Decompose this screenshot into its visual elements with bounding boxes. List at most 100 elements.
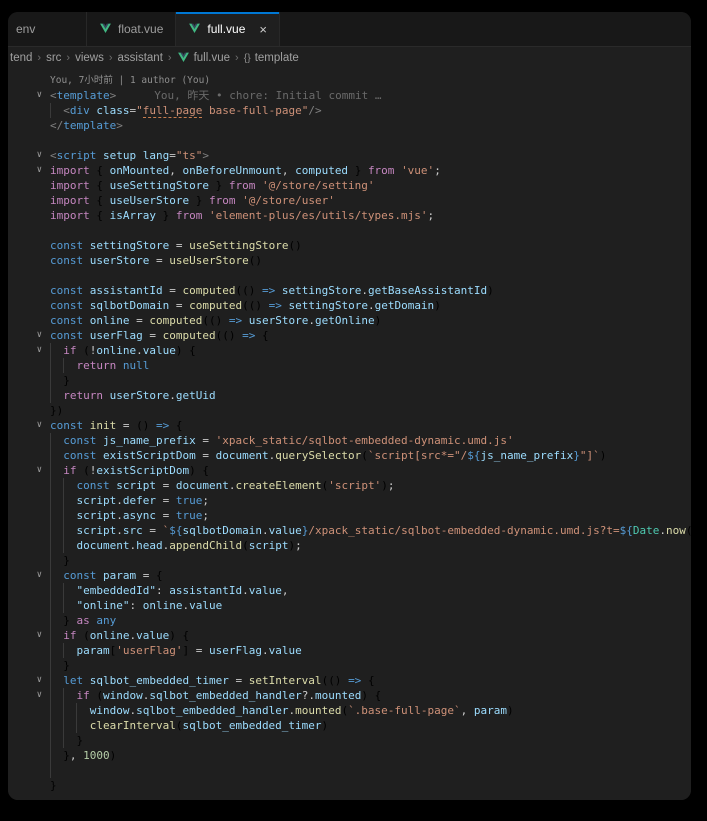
code-line[interactable]: const script = document.createElement('s… <box>8 478 691 493</box>
code-line[interactable]: const assistantId = computed(() => setti… <box>8 283 691 298</box>
code-line[interactable]: ∨import { onMounted, onBeforeUnmount, co… <box>8 163 691 178</box>
code-token: . <box>308 314 315 327</box>
code-token: < <box>50 149 57 162</box>
code-line[interactable]: param['userFlag'] = userFlag.value <box>8 643 691 658</box>
code-line[interactable]: } <box>8 373 691 388</box>
code-token: = <box>189 644 209 657</box>
code-token: } <box>63 659 70 672</box>
code-line[interactable]: } <box>8 553 691 568</box>
code-line[interactable]: script.defer = true; <box>8 493 691 508</box>
fold-chevron-icon[interactable]: ∨ <box>8 163 50 178</box>
codelens-authors[interactable]: You, 7小时前 | 1 author (You) <box>8 69 691 88</box>
code-line[interactable]: import { useSettingStore } from '@/store… <box>8 178 691 193</box>
code-token: > <box>110 89 117 102</box>
code-line[interactable]: import { isArray } from 'element-plus/es… <box>8 208 691 223</box>
code-line[interactable]: ∨ let sqlbot_embedded_timer = setInterva… <box>8 673 691 688</box>
code-line[interactable]: } <box>8 778 691 793</box>
fold-chevron-icon[interactable]: ∨ <box>8 343 50 358</box>
code-line[interactable]: ∨ if (online.value) { <box>8 628 691 643</box>
fold-chevron-icon[interactable]: ∨ <box>8 688 50 703</box>
fold-chevron-icon[interactable]: ∨ <box>8 418 50 433</box>
code-token: const <box>50 314 83 327</box>
code-line[interactable]: const settingStore = useSettingStore() <box>8 238 691 253</box>
gutter <box>8 778 50 793</box>
fold-chevron-icon[interactable]: ∨ <box>8 148 50 163</box>
code-token: = <box>156 494 176 507</box>
code-token: return <box>63 389 103 402</box>
code-line[interactable]: "online": online.value <box>8 598 691 613</box>
breadcrumb-item[interactable]: assistant <box>118 52 163 64</box>
indent-guide <box>50 598 51 613</box>
code-line[interactable]: document.head.appendChild(script); <box>8 538 691 553</box>
code-line[interactable]: ∨ if (!existScriptDom) { <box>8 463 691 478</box>
code-line[interactable]: window.sqlbot_embedded_handler.mounted(`… <box>8 703 691 718</box>
code-line[interactable]: } as any <box>8 613 691 628</box>
gutter <box>8 388 50 403</box>
breadcrumb-item[interactable]: template <box>255 52 299 64</box>
chevron-right-icon: › <box>66 52 70 64</box>
breadcrumb-item[interactable]: views <box>75 52 104 64</box>
code-line[interactable]: </template> <box>8 118 691 133</box>
code-token <box>275 284 282 297</box>
code-line[interactable]: const sqlbotDomain = computed(() => sett… <box>8 298 691 313</box>
code-token: if <box>63 464 76 477</box>
fold-chevron-icon[interactable]: ∨ <box>8 673 50 688</box>
breadcrumb-item[interactable]: tend <box>10 52 32 64</box>
tab-env[interactable]: env <box>8 12 87 46</box>
tab-float-vue[interactable]: float.vue <box>87 12 176 46</box>
code-line[interactable]: ∨ if (window.sqlbot_embedded_handler?.mo… <box>8 688 691 703</box>
code-line[interactable]: ∨<script setup lang="ts"> <box>8 148 691 163</box>
code-token: const <box>50 299 83 312</box>
fold-chevron-icon[interactable]: ∨ <box>8 463 50 478</box>
code-token: () <box>222 329 235 342</box>
code-line[interactable]: ∨ const param = { <box>8 568 691 583</box>
code-line[interactable]: script.src = `${sqlbotDomain.value}/xpac… <box>8 523 691 538</box>
tab-full-vue[interactable]: full.vue × <box>176 12 280 46</box>
code-line[interactable]: const existScriptDom = document.querySel… <box>8 448 691 463</box>
indent-guide <box>63 538 64 553</box>
code-line[interactable]: script.async = true; <box>8 508 691 523</box>
code-line[interactable] <box>8 763 691 778</box>
code-token: getOnline <box>315 314 375 327</box>
code-token: 'element-plus/es/utils/types.mjs' <box>209 209 428 222</box>
code-line[interactable]: ∨const userFlag = computed(() => { <box>8 328 691 343</box>
code-token: value <box>269 524 302 537</box>
code-line[interactable]: clearInterval(sqlbot_embedded_timer) <box>8 718 691 733</box>
fold-chevron-icon[interactable]: ∨ <box>8 88 50 103</box>
code-token: " <box>136 104 143 117</box>
code-token: init <box>90 419 117 432</box>
code-token: template <box>57 89 110 102</box>
breadcrumb-item[interactable]: full.vue <box>194 52 230 64</box>
code-line[interactable]: import { useUserStore } from '@/store/us… <box>8 193 691 208</box>
fold-chevron-icon[interactable]: ∨ <box>8 568 50 583</box>
code-line[interactable]: } <box>8 658 691 673</box>
code-line[interactable] <box>8 268 691 283</box>
code-line[interactable] <box>8 133 691 148</box>
code-line[interactable]: }) <box>8 403 691 418</box>
code-token: 'script' <box>328 479 381 492</box>
code-line[interactable]: <div class="full-page base-full-page"/> <box>8 103 691 118</box>
code-line[interactable]: return userStore.getUid <box>8 388 691 403</box>
code-line[interactable] <box>8 223 691 238</box>
code-line[interactable]: const js_name_prefix = 'xpack_static/sql… <box>8 433 691 448</box>
code-token: userStore <box>249 314 309 327</box>
code-line[interactable]: ∨ if (!online.value) { <box>8 343 691 358</box>
code-line[interactable]: const userStore = useUserStore() <box>8 253 691 268</box>
code-line[interactable]: return null <box>8 358 691 373</box>
code-line[interactable]: }, 1000) <box>8 748 691 763</box>
code-line[interactable]: } <box>8 733 691 748</box>
close-icon[interactable]: × <box>259 23 267 36</box>
code-line-content: import { useSettingStore } from '@/store… <box>50 178 691 193</box>
breadcrumb-item[interactable]: src <box>46 52 61 64</box>
fold-chevron-icon[interactable]: ∨ <box>8 328 50 343</box>
code-token: '@/store/setting' <box>262 179 375 192</box>
code-line[interactable]: "embeddedId": assistantId.value, <box>8 583 691 598</box>
code-line[interactable]: ∨<template>You, 昨天 • chore: Initial comm… <box>8 88 691 103</box>
code-line[interactable]: ∨const init = () => { <box>8 418 691 433</box>
code-line[interactable]: const online = computed(() => userStore.… <box>8 313 691 328</box>
code-token: . <box>659 524 666 537</box>
code-line-content: const existScriptDom = document.querySel… <box>50 448 691 463</box>
code-token: value <box>249 584 282 597</box>
code-line-content: param['userFlag'] = userFlag.value <box>50 643 691 658</box>
fold-chevron-icon[interactable]: ∨ <box>8 628 50 643</box>
